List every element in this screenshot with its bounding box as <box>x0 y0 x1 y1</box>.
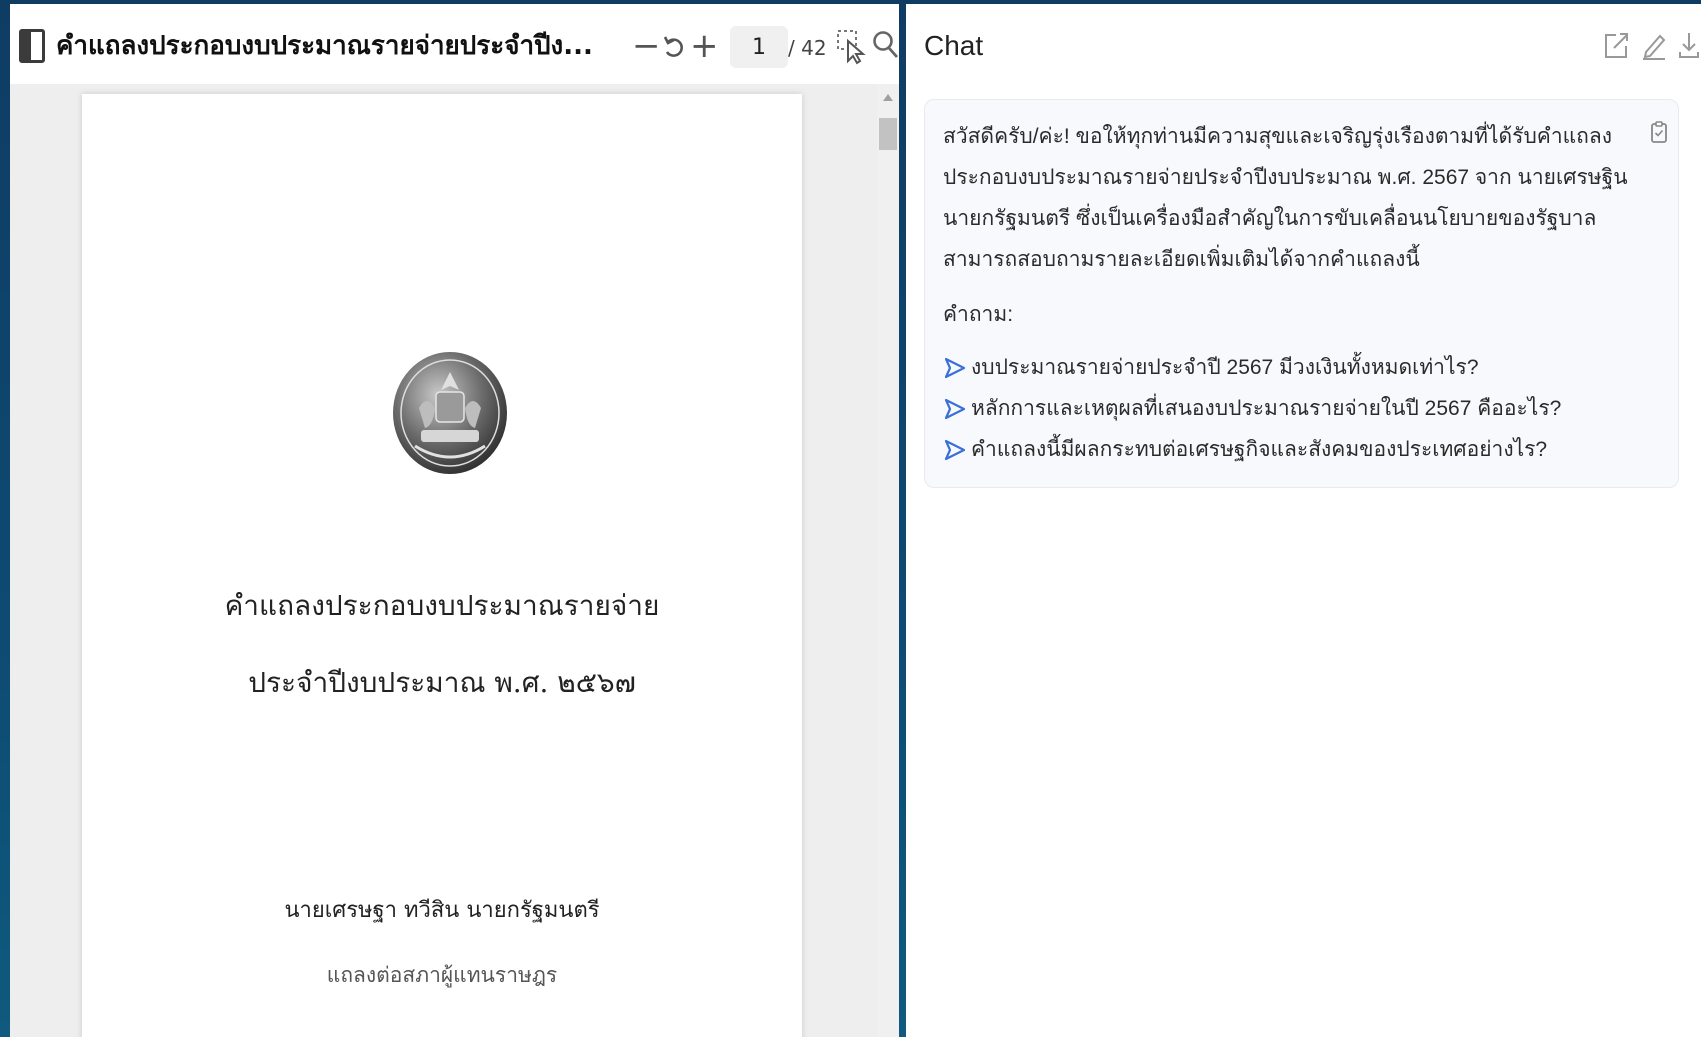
share-button[interactable] <box>1602 30 1630 64</box>
suggested-question-text: คำแถลงนี้มีผลกระทบต่อเศรษฐกิจและสังคมของ… <box>971 438 1548 461</box>
clipboard-icon <box>1651 121 1667 143</box>
chat-title: Chat <box>924 30 984 61</box>
edit-button[interactable] <box>1640 30 1668 64</box>
zoom-in-button[interactable]: + <box>690 26 719 66</box>
suggested-question-1[interactable]: งบประมาณรายจ่ายประจำปี 2567 มีวงเงินทั้ง… <box>943 347 1636 388</box>
scroll-up-arrow-icon[interactable] <box>883 94 893 101</box>
chat-message-bubble: สวัสดีครับ/ค่ะ! ขอให้ทุกท่านมีความสุขและ… <box>924 99 1679 488</box>
suggested-question-2[interactable]: หลักการและเหตุผลที่เสนองบประมาณรายจ่ายใน… <box>943 388 1636 429</box>
suggested-question-text: งบประมาณรายจ่ายประจำปี 2567 มีวงเงินทั้ง… <box>971 356 1479 379</box>
zoom-out-button[interactable]: − <box>632 26 661 66</box>
text-select-button[interactable] <box>836 29 866 69</box>
suggested-question-3[interactable]: คำแถลงนี้มีผลกระทบต่อเศรษฐกิจและสังคมของ… <box>943 429 1636 470</box>
message-intro-text: สวัสดีครับ/ค่ะ! ขอให้ทุกท่านมีความสุขและ… <box>943 125 1628 271</box>
pdf-scroll-area[interactable]: คำแถลงประกอบงบประมาณรายจ่าย ประจำปีงบประ… <box>10 84 899 1037</box>
suggested-question-text: หลักการและเหตุผลที่เสนองบประมาณรายจ่ายใน… <box>971 397 1562 420</box>
page-title-line-2: ประจำปีงบประมาณ พ.ศ. ๒๕๖๗ <box>248 666 636 699</box>
document-title: คำแถลงประกอบงบประมาณรายจ่ายประจำปีง... <box>56 31 593 61</box>
pdf-scrollbar[interactable] <box>877 84 899 1037</box>
search-button[interactable] <box>872 30 900 64</box>
sidebar-toggle-icon[interactable] <box>19 29 45 63</box>
page-title-line-1: คำแถลงประกอบงบประมาณรายจ่าย <box>224 589 660 622</box>
download-icon <box>1679 33 1699 58</box>
pdf-viewer: คำแถลงประกอบงบประมาณรายจ่ายประจำปีง... −… <box>10 4 899 1037</box>
pencil-icon <box>1643 34 1666 60</box>
scrollbar-thumb[interactable] <box>879 118 897 150</box>
send-arrow-icon <box>944 398 966 419</box>
page-subtitle: แถลงต่อสภาผู้แทนราษฎร <box>326 963 558 987</box>
page-author: นายเศรษฐา ทวีสิน นายกรัฐมนตรี <box>284 898 600 923</box>
download-button[interactable] <box>1678 30 1700 64</box>
pdf-toolbar: คำแถลงประกอบงบประมาณรายจ่ายประจำปีง... −… <box>10 4 899 84</box>
select-cursor-icon <box>837 30 866 65</box>
pdf-page: คำแถลงประกอบงบประมาณรายจ่าย ประจำปีงบประ… <box>82 94 802 1037</box>
send-arrow-icon <box>944 357 966 378</box>
copy-button[interactable] <box>1650 120 1668 149</box>
rotate-button[interactable] <box>662 26 688 73</box>
government-emblem <box>393 352 507 474</box>
page-number-input[interactable] <box>730 26 788 68</box>
questions-label: คำถาม: <box>943 303 1014 326</box>
chat-panel: Chat สวัสดีครับ/ค่ะ! ขอให้ทุกท่านมีความส… <box>906 4 1701 1037</box>
search-icon <box>873 31 899 58</box>
send-arrow-icon <box>944 439 966 460</box>
share-icon <box>1605 33 1628 58</box>
rotate-icon <box>663 36 683 57</box>
page-total: / 42 <box>788 36 827 60</box>
